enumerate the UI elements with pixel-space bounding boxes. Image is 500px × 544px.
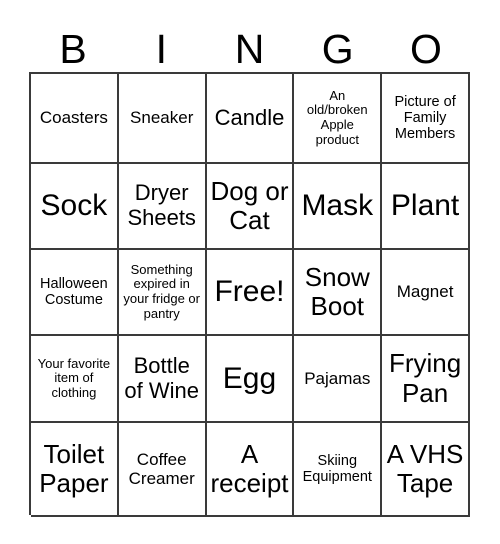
bingo-cell-label: Magnet bbox=[396, 282, 454, 302]
bingo-cell[interactable]: Snow Boot bbox=[294, 250, 383, 336]
bingo-cell-label: Pajamas bbox=[304, 368, 371, 388]
bingo-cell-label: Snow Boot bbox=[304, 261, 370, 321]
bingo-cell[interactable]: Pajamas bbox=[294, 336, 383, 423]
bingo-cell-label: Coasters bbox=[39, 108, 108, 128]
bingo-cell[interactable]: An old/broken Apple product bbox=[294, 74, 383, 164]
bingo-cell-label: Frying Pan bbox=[388, 348, 462, 408]
bingo-cell-label: Sock bbox=[40, 189, 108, 223]
bingo-cell[interactable]: Something expired in your fridge or pant… bbox=[118, 250, 207, 336]
bingo-cell[interactable]: Picture of Family Members bbox=[382, 74, 470, 164]
bingo-header-row: B I N G O bbox=[29, 12, 470, 72]
bingo-cell-label: Egg bbox=[222, 361, 277, 395]
bingo-cell-label: Candle bbox=[214, 104, 285, 130]
bingo-cell[interactable]: Sock bbox=[31, 164, 119, 250]
bingo-cell[interactable]: Coasters bbox=[31, 74, 119, 164]
bingo-cell[interactable]: A VHS Tape bbox=[382, 423, 470, 517]
bingo-cell[interactable]: Mask bbox=[294, 164, 383, 250]
bingo-cell-label: Free! bbox=[214, 275, 285, 309]
bingo-cell[interactable]: Frying Pan bbox=[382, 336, 470, 423]
bingo-cell[interactable]: Plant bbox=[382, 164, 470, 250]
bingo-cell-label: Mask bbox=[301, 189, 374, 223]
bingo-cell[interactable]: Toilet Paper bbox=[31, 423, 119, 517]
bingo-cell[interactable]: Skiing Equipment bbox=[294, 423, 383, 517]
bingo-cell-label: Dryer Sheets bbox=[127, 180, 196, 230]
bingo-cell[interactable]: Dog or Cat bbox=[206, 164, 295, 250]
bingo-header-letter-g: G bbox=[321, 26, 354, 72]
bingo-cell[interactable]: Coffee Creamer bbox=[118, 423, 207, 517]
bingo-cell-label: Bottle of Wine bbox=[124, 352, 199, 403]
bingo-cell-label: Plant bbox=[390, 189, 460, 223]
bingo-cell-label: A receipt bbox=[210, 438, 289, 498]
bingo-cell-label: Picture of Family Members bbox=[394, 93, 456, 143]
bingo-cell[interactable]: Your favorite item of clothing bbox=[31, 336, 119, 423]
bingo-cell[interactable]: Magnet bbox=[382, 250, 470, 336]
bingo-header-letter-o: O bbox=[409, 26, 442, 72]
bingo-cell[interactable]: Candle bbox=[206, 74, 295, 164]
bingo-cell[interactable]: Halloween Costume bbox=[31, 250, 119, 336]
bingo-cell[interactable]: Sneaker bbox=[118, 74, 207, 164]
bingo-cell-label: Something expired in your fridge or pant… bbox=[123, 261, 200, 321]
bingo-cell-label: An old/broken Apple product bbox=[306, 87, 368, 147]
bingo-cell-label: Halloween Costume bbox=[40, 275, 108, 308]
bingo-cell[interactable]: Free! bbox=[206, 250, 295, 336]
bingo-cell[interactable]: Bottle of Wine bbox=[118, 336, 207, 423]
bingo-cell-label: A VHS Tape bbox=[386, 438, 464, 498]
bingo-cell[interactable]: Egg bbox=[206, 336, 295, 423]
bingo-card: B I N G O Coasters Sneaker Candle An old/br… bbox=[0, 0, 500, 544]
bingo-cell-label: Toilet Paper bbox=[39, 438, 109, 498]
bingo-header-letter-b: B bbox=[59, 26, 87, 72]
bingo-header-letter-i: I bbox=[155, 26, 167, 72]
bingo-cell-label: Your favorite item of clothing bbox=[37, 355, 111, 400]
bingo-cell-label: Skiing Equipment bbox=[302, 452, 372, 485]
bingo-cell[interactable]: A receipt bbox=[206, 423, 295, 517]
bingo-cell[interactable]: Dryer Sheets bbox=[118, 164, 207, 250]
bingo-cell-label: Sneaker bbox=[130, 108, 194, 128]
bingo-header-letter-n: N bbox=[234, 26, 265, 72]
bingo-cell-label: Dog or Cat bbox=[210, 175, 289, 235]
bingo-grid: Coasters Sneaker Candle An old/broken Apple… bbox=[29, 72, 470, 517]
bingo-cell-label: Coffee Creamer bbox=[128, 449, 195, 488]
